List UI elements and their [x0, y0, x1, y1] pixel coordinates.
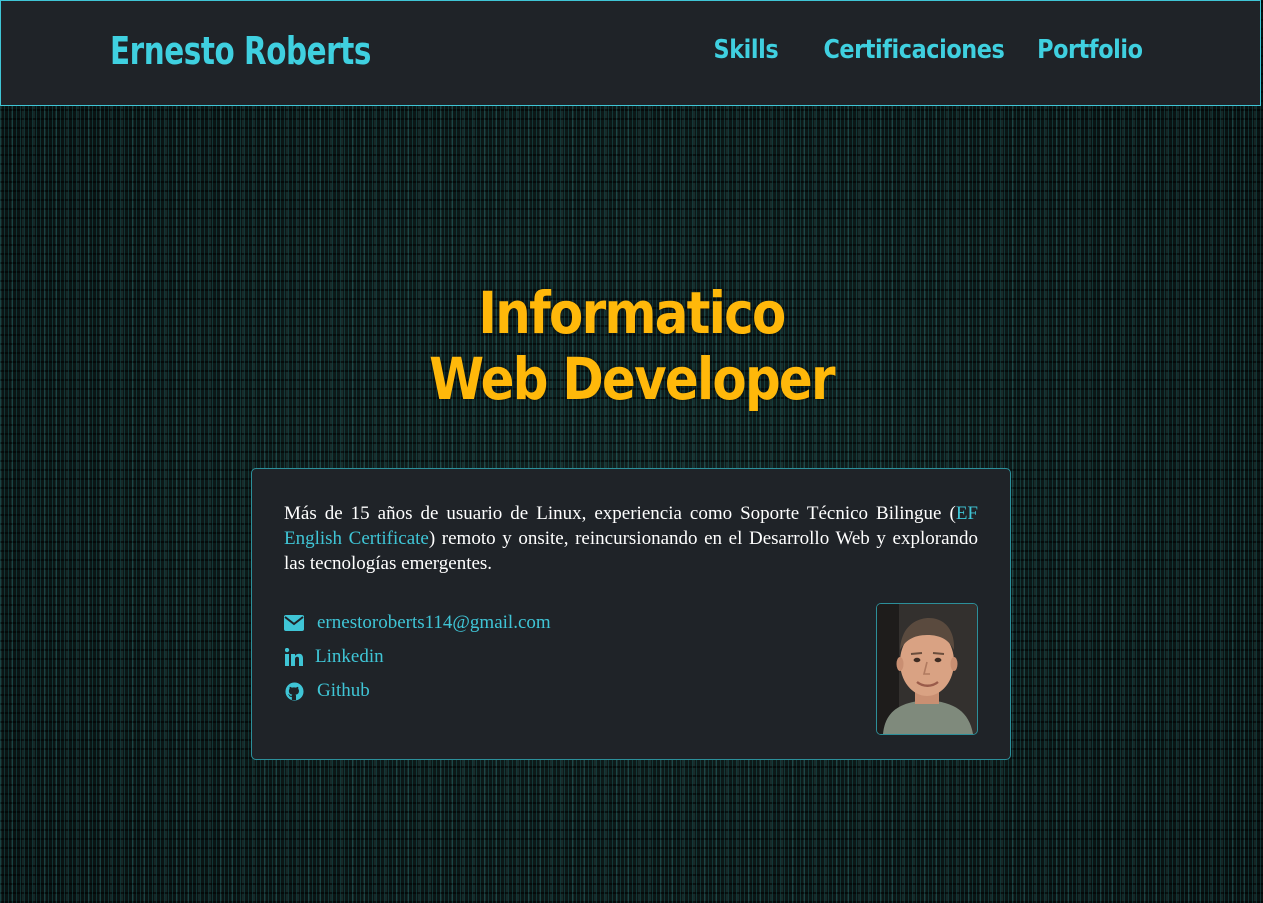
github-link[interactable]: Github [317, 680, 370, 702]
contact-item-linkedin: Linkedin [284, 640, 551, 674]
email-link[interactable]: ernestoroberts114@gmail.com [317, 612, 551, 634]
nav-link-portfolio[interactable]: Portfolio [1038, 35, 1144, 65]
brand-link[interactable]: Ernesto Roberts [110, 29, 371, 73]
about-card: Más de 15 años de usuario de Linux, expe… [251, 468, 1011, 760]
bio-text-start: Más de 15 años de usuario de Linux, expe… [284, 503, 956, 524]
contact-item-email: ernestoroberts114@gmail.com [284, 606, 551, 640]
github-icon [284, 681, 304, 701]
bio-text: Más de 15 años de usuario de Linux, expe… [284, 501, 978, 576]
hero-title-line-2: Web Developer [429, 345, 836, 413]
hero-title-line-1: Informatico [478, 279, 786, 347]
avatar [876, 603, 978, 735]
nav-links: Skills Certificaciones Portfolio [703, 35, 1143, 65]
contact-list: ernestoroberts114@gmail.com Linkedin Git… [284, 606, 551, 708]
nav-link-skills[interactable]: Skills [713, 35, 778, 65]
envelope-icon [284, 613, 304, 633]
nav-link-certificaciones[interactable]: Certificaciones [824, 35, 1005, 65]
navbar: Ernesto Roberts Skills Certificaciones P… [0, 0, 1261, 106]
contact-item-github: Github [284, 674, 551, 708]
linkedin-icon [284, 647, 304, 667]
linkedin-link[interactable]: Linkedin [315, 646, 384, 668]
hero-title: Informatico Web Developer [0, 280, 1263, 412]
